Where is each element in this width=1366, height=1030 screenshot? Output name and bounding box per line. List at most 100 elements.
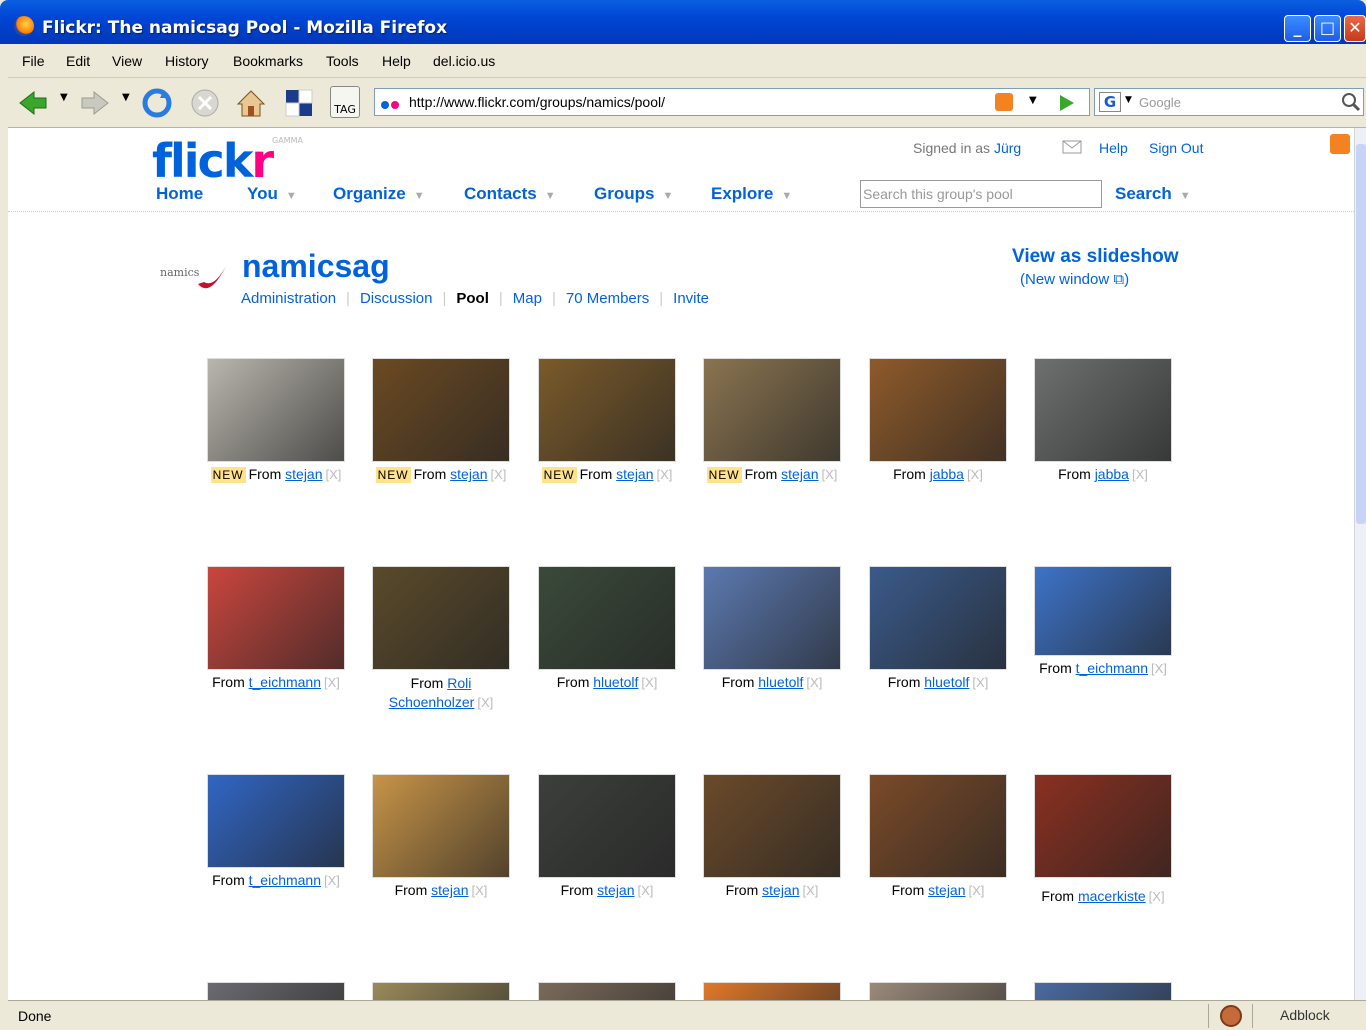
photo-thumbnail[interactable] <box>1034 982 1172 1000</box>
photo-thumbnail[interactable] <box>869 566 1007 670</box>
adblock-button[interactable]: Adblock <box>1280 1007 1330 1023</box>
photo-thumbnail[interactable] <box>703 358 841 462</box>
nav-groups-caret-icon[interactable]: ▼ <box>662 190 673 202</box>
photo-owner-link[interactable]: jabba <box>1095 466 1129 482</box>
menu-edit[interactable]: Edit <box>66 53 90 69</box>
photo-thumbnail[interactable] <box>1034 566 1172 656</box>
photo-thumbnail[interactable] <box>207 774 345 868</box>
remove-photo-button[interactable]: [X] <box>657 467 673 482</box>
slideshow-link[interactable]: View as slideshow <box>1012 246 1179 268</box>
photo-owner-link[interactable]: stejan <box>285 466 322 482</box>
nav-contacts-caret-icon[interactable]: ▼ <box>545 190 556 202</box>
tab-invite[interactable]: Invite <box>673 290 709 307</box>
group-name[interactable]: namicsag <box>242 248 390 285</box>
tab-administration[interactable]: Administration <box>241 290 336 307</box>
go-icon[interactable] <box>1055 92 1077 114</box>
tag-icon[interactable]: TAG <box>330 86 360 118</box>
bookmark-toolbar-icon[interactable] <box>282 86 316 120</box>
menu-bookmarks[interactable]: Bookmarks <box>233 53 303 69</box>
maximize-button[interactable]: □ <box>1314 15 1341 42</box>
photo-owner-link[interactable]: stejan <box>597 882 634 898</box>
nav-organize-caret-icon[interactable]: ▼ <box>414 190 425 202</box>
photo-thumbnail[interactable] <box>1034 358 1172 462</box>
nav-you-caret-icon[interactable]: ▼ <box>286 190 297 202</box>
photo-thumbnail[interactable] <box>1034 774 1172 878</box>
photo-thumbnail[interactable] <box>869 982 1007 1000</box>
home-icon[interactable] <box>234 86 268 120</box>
search-button[interactable]: Search ▼ <box>1115 184 1191 204</box>
help-link[interactable]: Help <box>1099 140 1128 156</box>
photo-thumbnail[interactable] <box>372 566 510 670</box>
url-bar[interactable]: http://www.flickr.com/groups/namics/pool… <box>374 88 1090 116</box>
photo-owner-link[interactable]: stejan <box>928 882 965 898</box>
mail-icon[interactable] <box>1062 140 1082 154</box>
tab-map[interactable]: Map <box>513 290 542 307</box>
nav-explore[interactable]: Explore ▼ <box>711 184 792 204</box>
photo-thumbnail[interactable] <box>207 982 345 1000</box>
menu-delicious[interactable]: del.icio.us <box>433 53 495 69</box>
flickr-logo[interactable]: flickr <box>152 134 274 188</box>
remove-photo-button[interactable]: [X] <box>1149 889 1165 904</box>
back-dropdown-icon[interactable]: ▼ <box>60 92 68 103</box>
photo-thumbnail[interactable] <box>538 982 676 1000</box>
photo-thumbnail[interactable] <box>538 566 676 670</box>
remove-photo-button[interactable]: [X] <box>967 467 983 482</box>
sign-out-link[interactable]: Sign Out <box>1149 140 1203 156</box>
remove-photo-button[interactable]: [X] <box>641 675 657 690</box>
photo-thumbnail[interactable] <box>703 774 841 878</box>
photo-thumbnail[interactable] <box>869 774 1007 878</box>
tab-pool[interactable]: Pool <box>456 290 489 307</box>
remove-photo-button[interactable]: [X] <box>972 675 988 690</box>
minimize-button[interactable]: _ <box>1284 15 1311 42</box>
photo-owner-link[interactable]: stejan <box>781 466 818 482</box>
remove-photo-button[interactable]: [X] <box>324 873 340 888</box>
remove-photo-button[interactable]: [X] <box>803 883 819 898</box>
url-text[interactable]: http://www.flickr.com/groups/namics/pool… <box>409 94 665 110</box>
web-search-box[interactable]: G ▼ Google <box>1094 88 1364 116</box>
photo-owner-link[interactable]: jabba <box>930 466 964 482</box>
forward-icon[interactable] <box>78 86 112 120</box>
menu-view[interactable]: View <box>112 53 142 69</box>
nav-groups[interactable]: Groups ▼ <box>594 184 673 204</box>
remove-photo-button[interactable]: [X] <box>1132 467 1148 482</box>
photo-owner-link[interactable]: t_eichmann <box>1076 660 1148 676</box>
photo-thumbnail[interactable] <box>372 774 510 878</box>
group-logo[interactable]: namics <box>160 266 230 302</box>
scrollbar-thumb[interactable] <box>1356 144 1366 524</box>
nav-you[interactable]: You ▼ <box>247 184 297 204</box>
photo-thumbnail[interactable] <box>538 358 676 462</box>
magnifier-icon[interactable] <box>1341 92 1361 112</box>
rss-feed-icon[interactable] <box>995 93 1013 111</box>
remove-photo-button[interactable]: [X] <box>806 675 822 690</box>
photo-thumbnail[interactable] <box>207 566 345 670</box>
group-search-input[interactable]: Search this group's pool <box>860 180 1102 208</box>
nav-explore-caret-icon[interactable]: ▼ <box>781 190 792 202</box>
engine-dropdown-icon[interactable]: ▼ <box>1125 95 1132 105</box>
remove-photo-button[interactable]: [X] <box>472 883 488 898</box>
photo-thumbnail[interactable] <box>372 358 510 462</box>
photo-thumbnail[interactable] <box>538 774 676 878</box>
search-caret-icon[interactable]: ▼ <box>1180 190 1191 202</box>
back-icon[interactable] <box>16 86 50 120</box>
photo-owner-link[interactable]: macerkiste <box>1078 888 1146 904</box>
nav-home[interactable]: Home <box>156 184 203 204</box>
photo-owner-link[interactable]: stejan <box>616 466 653 482</box>
remove-photo-button[interactable]: [X] <box>638 883 654 898</box>
url-dropdown-icon[interactable]: ▼ <box>1029 95 1037 106</box>
remove-photo-button[interactable]: [X] <box>477 695 493 710</box>
new-window-link[interactable]: (New window ⧉) <box>1020 271 1129 288</box>
stop-icon[interactable] <box>188 86 222 120</box>
forward-dropdown-icon[interactable]: ▼ <box>122 92 130 103</box>
photo-thumbnail[interactable] <box>207 358 345 462</box>
menu-tools[interactable]: Tools <box>326 53 359 69</box>
photo-owner-link[interactable]: hluetolf <box>758 674 803 690</box>
photo-thumbnail[interactable] <box>869 358 1007 462</box>
username-link[interactable]: Jürg <box>994 140 1021 156</box>
photo-owner-link[interactable]: t_eichmann <box>249 674 321 690</box>
menu-help[interactable]: Help <box>382 53 411 69</box>
remove-photo-button[interactable]: [X] <box>969 883 985 898</box>
remove-photo-button[interactable]: [X] <box>491 467 507 482</box>
remove-photo-button[interactable]: [X] <box>324 675 340 690</box>
photo-owner-link[interactable]: stejan <box>450 466 487 482</box>
nav-organize[interactable]: Organize ▼ <box>333 184 425 204</box>
